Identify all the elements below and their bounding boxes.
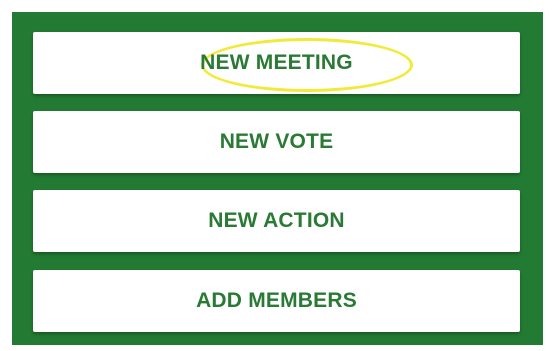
new-meeting-button[interactable]: NEW MEETING: [33, 32, 520, 94]
new-action-button[interactable]: NEW ACTION: [33, 190, 520, 252]
add-members-label: ADD MEMBERS: [196, 289, 357, 312]
new-vote-button[interactable]: NEW VOTE: [33, 111, 520, 173]
new-meeting-label: NEW MEETING: [200, 51, 353, 74]
new-action-label: NEW ACTION: [208, 209, 345, 232]
new-vote-label: NEW VOTE: [219, 130, 334, 153]
add-members-button[interactable]: ADD MEMBERS: [33, 270, 520, 332]
action-menu-panel: NEW MEETING NEW VOTE NEW ACTION ADD MEMB…: [12, 12, 543, 345]
